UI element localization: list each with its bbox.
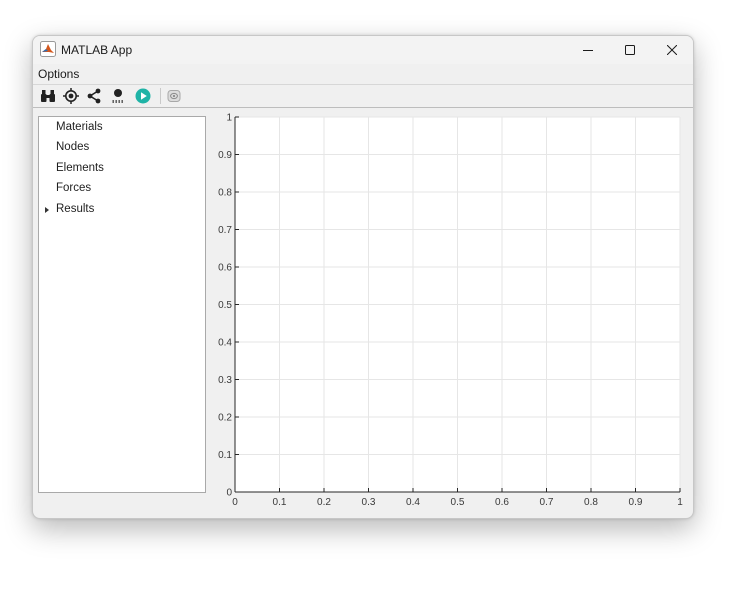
node-label-button[interactable] xyxy=(109,88,127,104)
x-tick-label: 0.2 xyxy=(317,497,331,508)
axes-canvas[interactable]: 0 0.1 0.2 0.3 0.4 0.5 0.6 0.7 0.8 0.9 1 0 0.1 0.2 0.3 0… xyxy=(208,111,688,511)
app-window: MATLAB App Options Materials Nodes Eleme… xyxy=(32,35,694,519)
y-tick-label: 0 xyxy=(226,488,232,499)
y-tick-label: 0.9 xyxy=(218,150,232,161)
node-label-icon xyxy=(112,89,123,103)
y-tick-label: 1 xyxy=(226,113,232,124)
maximize-icon xyxy=(625,45,635,55)
x-tick-label: 0.9 xyxy=(629,497,643,508)
expand-caret-icon[interactable] xyxy=(45,207,49,213)
close-button[interactable] xyxy=(651,36,693,64)
y-tick-label: 0.6 xyxy=(218,263,232,274)
x-tick-label: 0 xyxy=(232,497,238,508)
x-tick-label: 0.7 xyxy=(540,497,554,508)
y-tick-label: 0.1 xyxy=(218,450,232,461)
tree-item-forces[interactable]: Forces xyxy=(39,179,205,199)
x-tick-label: 0.3 xyxy=(362,497,376,508)
tree-item-label: Results xyxy=(56,203,95,215)
plot-axes[interactable]: 0 0.1 0.2 0.3 0.4 0.5 0.6 0.7 0.8 0.9 1 0 0.1 0.2 0.3 0… xyxy=(208,111,688,511)
tree-item-label: Elements xyxy=(56,162,104,174)
tree-item-label: Forces xyxy=(56,182,92,194)
title-bar[interactable]: MATLAB App xyxy=(33,36,693,64)
menu-options[interactable]: Options xyxy=(38,67,79,81)
run-button[interactable] xyxy=(134,88,152,104)
x-tick-label: 0.4 xyxy=(406,497,420,508)
x-tick-label: 0.5 xyxy=(451,497,465,508)
tree-item-materials[interactable]: Materials xyxy=(39,118,205,138)
tree-item-label: Materials xyxy=(56,121,103,133)
x-tick-label: 0.8 xyxy=(584,497,598,508)
y-tick-label: 0.8 xyxy=(218,188,232,199)
y-tick-label: 0.4 xyxy=(218,338,232,349)
x-tick-label: 1 xyxy=(677,497,683,508)
y-tick-label: 0.3 xyxy=(218,375,232,386)
model-tree[interactable]: Materials Nodes Elements Forces Results xyxy=(38,116,206,493)
3d-view-icon xyxy=(167,90,181,102)
tree-item-results[interactable]: Results xyxy=(39,200,205,220)
target-icon xyxy=(63,88,79,104)
share-nodes-button[interactable] xyxy=(85,88,103,104)
maximize-button[interactable] xyxy=(609,36,651,64)
toolbar xyxy=(33,85,693,108)
window-title: MATLAB App xyxy=(61,43,133,57)
close-icon xyxy=(667,45,677,55)
x-tick-label: 0.6 xyxy=(495,497,509,508)
minimize-button[interactable] xyxy=(567,36,609,64)
run-play-icon xyxy=(135,88,151,104)
y-tick-label: 0.7 xyxy=(218,225,232,236)
share-nodes-icon xyxy=(87,88,101,104)
tree-item-label: Nodes xyxy=(56,141,90,153)
menu-bar: Options xyxy=(33,64,693,85)
y-tick-label: 0.5 xyxy=(218,300,232,311)
binoculars-icon xyxy=(41,90,55,102)
tree-item-elements[interactable]: Elements xyxy=(39,159,205,179)
target-button[interactable] xyxy=(62,88,80,104)
toolbar-separator xyxy=(160,88,161,104)
3d-view-button[interactable] xyxy=(165,88,183,104)
matlab-logo-icon xyxy=(40,41,56,57)
minimize-icon xyxy=(583,50,593,51)
x-tick-label: 0.1 xyxy=(273,497,287,508)
y-tick-label: 0.2 xyxy=(218,413,232,424)
binoculars-button[interactable] xyxy=(39,88,57,104)
tree-item-nodes[interactable]: Nodes xyxy=(39,138,205,158)
